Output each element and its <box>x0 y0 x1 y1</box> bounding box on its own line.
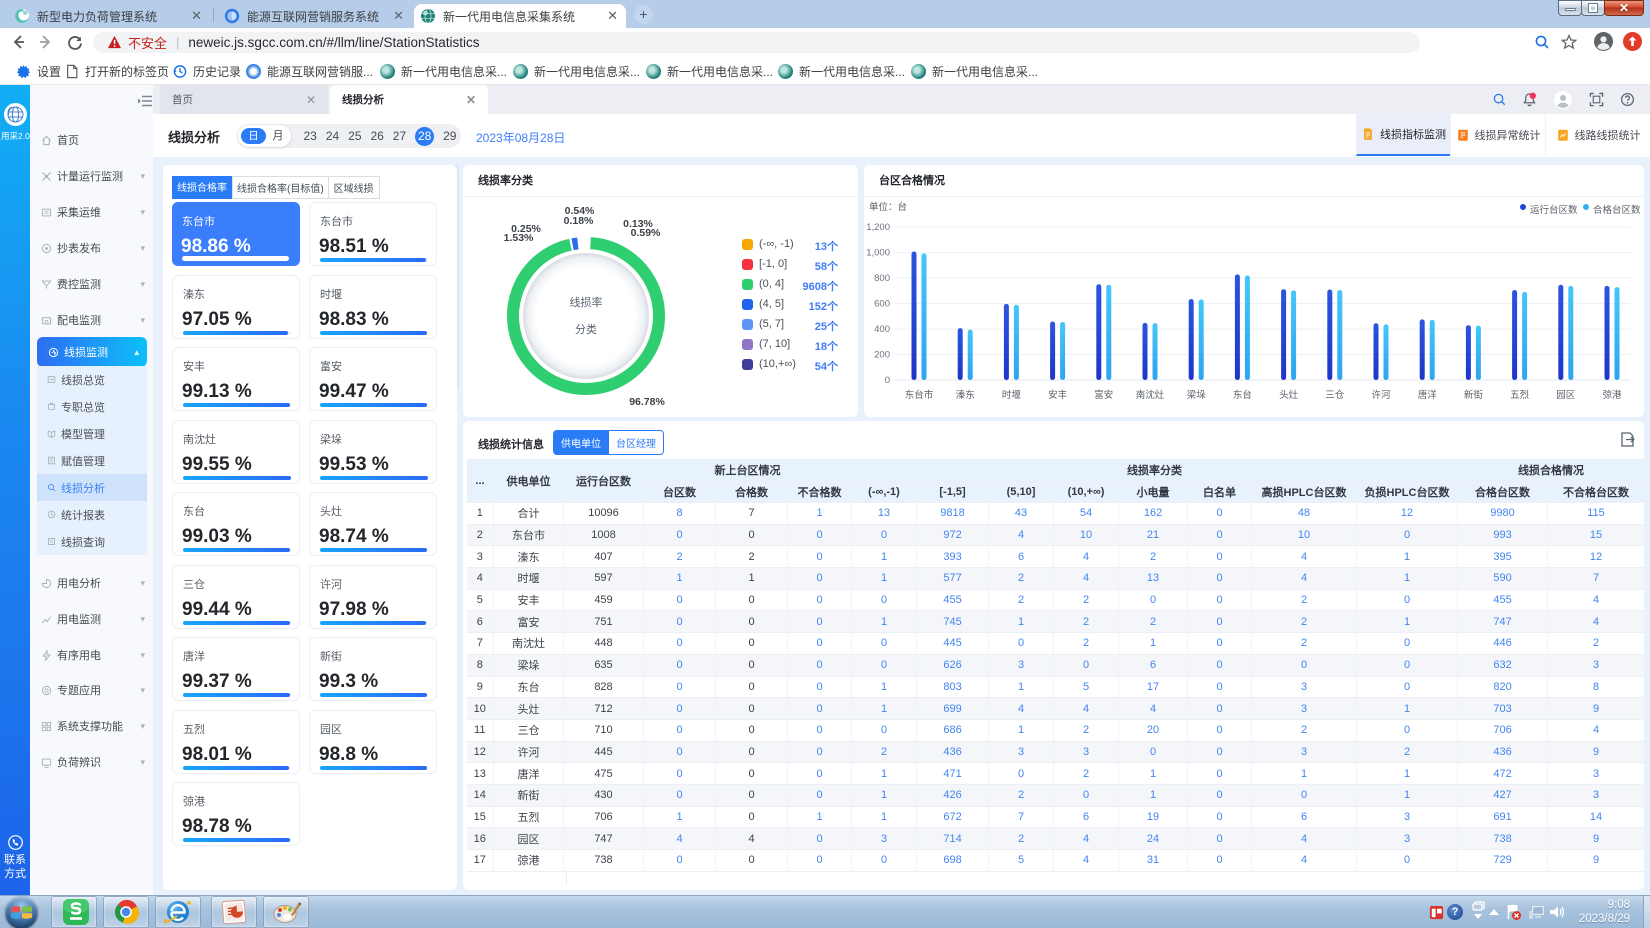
svg-text:东台: 东台 <box>1233 389 1252 401</box>
svg-text:1,200: 1,200 <box>866 222 890 233</box>
svg-text:新街: 新街 <box>1464 389 1484 401</box>
svg-text:许河: 许河 <box>1371 389 1391 401</box>
svg-text:600: 600 <box>874 299 890 310</box>
svg-text:200: 200 <box>874 350 890 361</box>
svg-text:400: 400 <box>874 324 890 335</box>
svg-text:时堰: 时堰 <box>1002 389 1022 401</box>
svg-text:富安: 富安 <box>1094 389 1113 401</box>
svg-text:梁垛: 梁垛 <box>1187 389 1207 401</box>
svg-text:头灶: 头灶 <box>1279 389 1299 401</box>
svg-text:溱东: 溱东 <box>956 389 975 401</box>
svg-text:1,000: 1,000 <box>866 248 890 259</box>
svg-text:安丰: 安丰 <box>1048 389 1067 401</box>
svg-text:园区: 园区 <box>1556 390 1576 401</box>
svg-text:五烈: 五烈 <box>1510 390 1530 401</box>
svg-text:0: 0 <box>885 375 890 386</box>
svg-text:三仓: 三仓 <box>1325 389 1345 401</box>
svg-text:800: 800 <box>874 273 890 284</box>
svg-text:东台市: 东台市 <box>905 389 934 401</box>
svg-text:弶港: 弶港 <box>1602 389 1622 401</box>
svg-text:南沈灶: 南沈灶 <box>1136 389 1165 401</box>
svg-text:唐洋: 唐洋 <box>1418 389 1438 401</box>
